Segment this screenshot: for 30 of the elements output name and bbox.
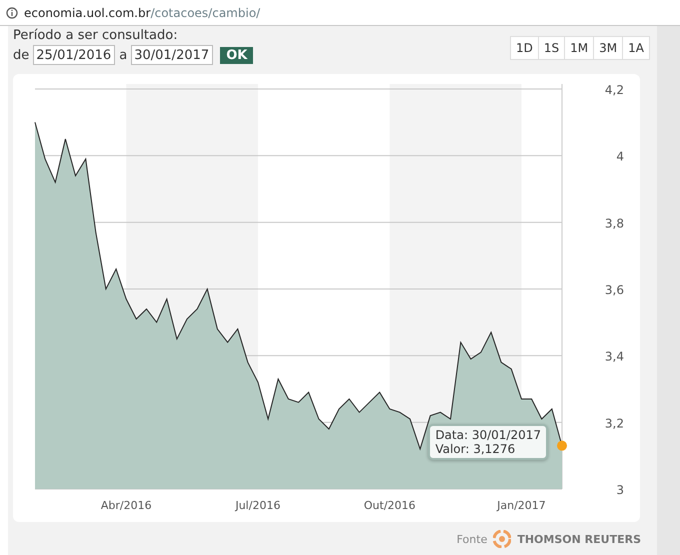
range-button[interactable]: 1A <box>622 37 649 59</box>
end-date-field[interactable]: 30/01/2017 <box>131 45 214 65</box>
x-axis-label: Jan/2017 <box>497 499 546 512</box>
x-axis-label: Jul/2016 <box>235 499 280 512</box>
info-icon[interactable] <box>6 6 18 18</box>
range-button[interactable]: 3M <box>593 37 622 59</box>
x-axis-label: Abr/2016 <box>100 499 152 512</box>
range-button[interactable]: 1D <box>511 37 538 59</box>
ok-button[interactable]: OK <box>220 46 254 64</box>
from-label: de <box>13 48 30 62</box>
period-label: Período a ser consultado: <box>13 28 179 43</box>
range-button[interactable]: 1S <box>538 37 564 59</box>
source-label: Fonte <box>456 532 488 546</box>
current-point-marker <box>557 440 567 451</box>
provider-name: THOMSON REUTERS <box>517 532 641 546</box>
y-axis-label: 4 <box>616 150 624 164</box>
y-axis-label: 3 <box>616 483 624 497</box>
url-text: economia.uol.com.br/cotacoes/cambio/ <box>24 6 260 20</box>
tooltip-date: Data: 30/01/2017 <box>435 428 541 442</box>
y-axis-label: 3,2 <box>604 416 624 430</box>
x-axis-label: Out/2016 <box>364 499 416 512</box>
y-axis-label: 4,2 <box>604 83 624 97</box>
start-date-field[interactable]: 25/01/2016 <box>33 45 116 65</box>
to-label: a <box>119 48 128 62</box>
y-axis-label: 3,8 <box>604 216 624 230</box>
y-axis-label: 3,4 <box>604 350 624 364</box>
y-axis-label: 3,6 <box>604 283 624 297</box>
swirl-logo-icon <box>493 530 512 548</box>
tooltip-value: Valor: 3,1276 <box>435 442 516 456</box>
range-button[interactable]: 1M <box>564 37 594 59</box>
